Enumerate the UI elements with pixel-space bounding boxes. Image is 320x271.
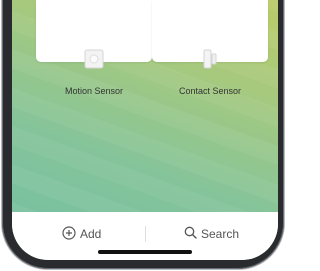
add-label: Add (80, 227, 102, 241)
search-icon (184, 226, 197, 242)
add-button[interactable]: Add (62, 225, 102, 243)
device-label: Contact Sensor (178, 86, 242, 96)
contact-sensor-icon (199, 48, 221, 75)
home-indicator[interactable] (98, 250, 192, 254)
device-card-motion-sensor[interactable]: Motion Sensor (36, 0, 152, 96)
phone-screen: Motion Sensor Contact Sensor Add Search (12, 0, 278, 260)
search-button[interactable]: Search (184, 226, 239, 242)
toolbar-divider (145, 226, 146, 242)
search-label: Search (201, 227, 240, 241)
motion-sensor-icon (83, 48, 105, 75)
device-card-contact-sensor[interactable]: Contact Sensor (152, 0, 268, 96)
add-circle-icon (62, 225, 76, 243)
device-label: Motion Sensor (64, 86, 124, 96)
phone-mockup: Motion Sensor Contact Sensor Add Search (0, 0, 286, 271)
